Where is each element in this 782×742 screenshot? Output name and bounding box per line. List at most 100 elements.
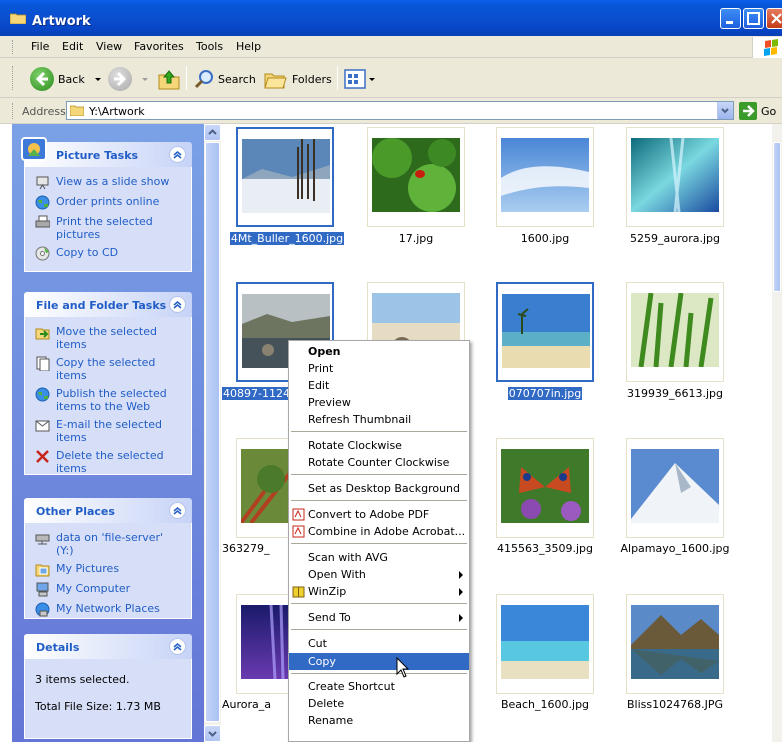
- close-icon: [771, 13, 782, 24]
- details-header[interactable]: Details: [24, 634, 192, 659]
- menu-edit[interactable]: Edit: [289, 377, 469, 394]
- go-button[interactable]: Go: [739, 102, 776, 120]
- menu-rename[interactable]: Rename: [289, 712, 469, 729]
- file-name[interactable]: 070707in.jpg: [480, 387, 610, 400]
- other-places-header[interactable]: Other Places: [24, 498, 192, 523]
- file-view-scrollbar[interactable]: [772, 124, 782, 742]
- file-thumbnail[interactable]: [236, 127, 334, 227]
- views-dropdown-icon[interactable]: [368, 74, 376, 84]
- thumbnail-image: [501, 449, 589, 523]
- menu-help[interactable]: Help: [236, 40, 261, 53]
- task-copy-cd[interactable]: Copy to CD: [35, 246, 183, 261]
- back-button[interactable]: Back: [30, 66, 103, 92]
- menu-create-shortcut[interactable]: Create Shortcut: [289, 678, 469, 695]
- place-my-pictures[interactable]: My Pictures: [35, 562, 183, 577]
- menu-send-to[interactable]: Send To: [289, 609, 469, 626]
- back-dropdown-icon[interactable]: [93, 74, 103, 84]
- toolbar-grip[interactable]: [12, 66, 15, 90]
- collapse-icon[interactable]: [169, 146, 186, 163]
- file-thumbnail[interactable]: [626, 282, 724, 382]
- picture-tasks-header[interactable]: Picture Tasks: [24, 142, 192, 167]
- maximize-button[interactable]: [743, 8, 764, 29]
- task-label: Copy the selected items: [56, 356, 156, 382]
- collapse-icon[interactable]: [169, 296, 186, 313]
- file-name[interactable]: Beach_1600.jpg: [480, 698, 610, 711]
- scroll-thumb[interactable]: [773, 142, 781, 292]
- menu-view[interactable]: View: [96, 40, 122, 53]
- task-publish[interactable]: Publish the selected items to the Web: [35, 387, 183, 413]
- file-name[interactable]: Bliss1024768.JPG: [610, 698, 740, 711]
- copy-icon: [36, 356, 50, 371]
- scroll-up-button[interactable]: [204, 124, 221, 141]
- menu-cut[interactable]: Cut: [289, 635, 469, 652]
- task-print[interactable]: Print the selected pictures: [35, 215, 183, 241]
- task-copy[interactable]: Copy the selected items: [35, 356, 183, 382]
- file-name[interactable]: 4Mt_Buller_1600.jpg: [222, 232, 352, 245]
- task-delete[interactable]: Delete the selected items: [35, 449, 183, 475]
- folders-button[interactable]: Folders: [264, 66, 332, 92]
- menu-grip[interactable]: [12, 40, 15, 54]
- scroll-thumb[interactable]: [205, 142, 220, 722]
- file-name[interactable]: 415563_3509.jpg: [480, 542, 610, 555]
- menu-refresh-thumbnail[interactable]: Refresh Thumbnail: [289, 411, 469, 428]
- file-folder-tasks-header[interactable]: File and Folder Tasks: [24, 292, 192, 317]
- collapse-icon[interactable]: [169, 638, 186, 655]
- menu-combine-acrobat[interactable]: Combine in Adobe Acrobat...: [289, 523, 469, 540]
- search-icon: [194, 70, 213, 89]
- menu-set-desktop-background[interactable]: Set as Desktop Background: [289, 480, 469, 497]
- file-thumbnail[interactable]: [626, 438, 724, 538]
- forward-button[interactable]: [108, 66, 150, 92]
- close-button[interactable]: [766, 8, 782, 29]
- file-thumbnail[interactable]: [626, 594, 724, 694]
- menu-preview[interactable]: Preview: [289, 394, 469, 411]
- file-name[interactable]: Alpamayo_1600.jpg: [610, 542, 740, 555]
- title-bar[interactable]: Artwork: [0, 0, 782, 36]
- task-move[interactable]: Move the selected items: [35, 325, 183, 351]
- task-label: Order prints online: [56, 195, 160, 208]
- menu-convert-pdf[interactable]: Convert to Adobe PDF: [289, 506, 469, 523]
- views-button[interactable]: [344, 66, 376, 92]
- file-name[interactable]: 5259_aurora.jpg: [610, 232, 740, 245]
- file-thumbnail[interactable]: [626, 127, 724, 227]
- file-thumbnail[interactable]: [367, 127, 465, 227]
- menu-copy[interactable]: Copy: [289, 653, 469, 670]
- menu-file[interactable]: File: [31, 40, 49, 53]
- file-name[interactable]: 17.jpg: [351, 232, 481, 245]
- folder-icon: [70, 105, 84, 116]
- task-slideshow[interactable]: View as a slide show: [35, 175, 183, 190]
- menu-print[interactable]: Print: [289, 360, 469, 377]
- address-field[interactable]: Y:\Artwork: [66, 101, 734, 120]
- menu-open-with[interactable]: Open With: [289, 566, 469, 583]
- file-thumbnail[interactable]: [496, 438, 594, 538]
- place-network-places[interactable]: My Network Places: [35, 602, 183, 617]
- file-thumbnail[interactable]: [496, 127, 594, 227]
- task-email[interactable]: E-mail the selected items: [35, 418, 183, 444]
- menu-tools[interactable]: Tools: [196, 40, 223, 53]
- menu-rotate-clockwise[interactable]: Rotate Clockwise: [289, 437, 469, 454]
- file-thumbnail[interactable]: [496, 282, 594, 382]
- menu-winzip[interactable]: WinZip: [289, 583, 469, 600]
- up-folder-button[interactable]: [157, 66, 181, 92]
- place-label: My Pictures: [56, 562, 120, 575]
- search-button[interactable]: Search: [193, 66, 256, 92]
- menu-rotate-counter-clockwise[interactable]: Rotate Counter Clockwise: [289, 454, 469, 471]
- place-network-drive[interactable]: data on 'file-server' (Y:): [35, 531, 183, 557]
- minimize-button[interactable]: [720, 8, 741, 29]
- my-pictures-icon: [35, 564, 50, 577]
- file-thumbnail[interactable]: [496, 594, 594, 694]
- menu-scan-avg[interactable]: Scan with AVG: [289, 549, 469, 566]
- menu-delete[interactable]: Delete: [289, 695, 469, 712]
- forward-dropdown-icon[interactable]: [140, 74, 150, 84]
- address-grip[interactable]: [12, 103, 15, 119]
- file-name[interactable]: 319939_6613.jpg: [610, 387, 740, 400]
- menu-open[interactable]: Open: [289, 343, 469, 360]
- place-my-computer[interactable]: My Computer: [35, 582, 183, 597]
- task-order-prints[interactable]: Order prints online: [35, 195, 183, 210]
- menu-favorites[interactable]: Favorites: [134, 40, 184, 53]
- scroll-down-button[interactable]: [204, 725, 221, 742]
- file-name[interactable]: 1600.jpg: [480, 232, 610, 245]
- collapse-icon[interactable]: [169, 502, 186, 519]
- address-dropdown-button[interactable]: [717, 102, 733, 119]
- left-pane-scrollbar[interactable]: [204, 124, 221, 742]
- menu-edit[interactable]: Edit: [62, 40, 83, 53]
